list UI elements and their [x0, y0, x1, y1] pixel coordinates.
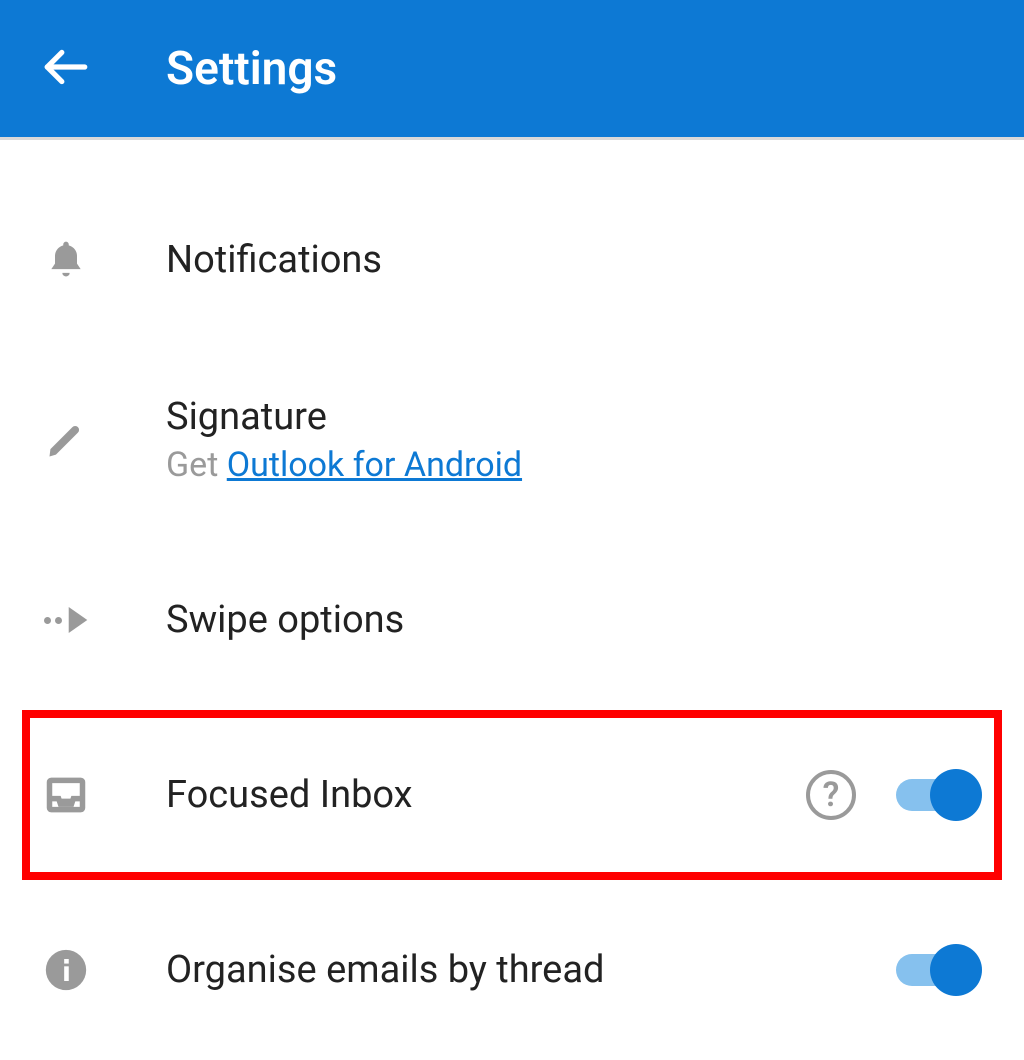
settings-item-focused-inbox[interactable]: Focused Inbox ? [0, 710, 1024, 880]
thread-toggle[interactable] [896, 954, 976, 986]
focused-inbox-label: Focused Inbox [166, 773, 806, 817]
arrow-left-icon [41, 42, 91, 96]
swipe-icon [36, 590, 96, 650]
inbox-icon [36, 765, 96, 825]
app-header: Settings [0, 0, 1024, 140]
settings-item-swipe[interactable]: Swipe options [0, 530, 1024, 710]
settings-item-thread[interactable]: Organise emails by thread [0, 880, 1024, 1060]
outlook-android-link[interactable]: Outlook for Android [227, 445, 522, 485]
question-mark-icon: ? [823, 775, 840, 815]
settings-item-notifications[interactable]: Notifications [0, 170, 1024, 350]
back-button[interactable] [36, 39, 96, 99]
notifications-label: Notifications [166, 238, 988, 282]
signature-subtext: Get Outlook for Android [166, 445, 988, 485]
signature-label: Signature [166, 395, 988, 439]
thread-label: Organise emails by thread [166, 948, 896, 992]
pen-icon [36, 410, 96, 470]
swipe-label: Swipe options [166, 598, 988, 642]
help-icon[interactable]: ? [806, 770, 856, 820]
focused-inbox-toggle[interactable] [896, 779, 976, 811]
info-icon [36, 940, 96, 1000]
signature-sub-prefix: Get [166, 445, 227, 485]
toggle-knob [930, 769, 982, 821]
settings-list: Notifications Signature Get Outlook for … [0, 140, 1024, 1060]
page-title: Settings [166, 42, 337, 96]
settings-item-signature[interactable]: Signature Get Outlook for Android [0, 350, 1024, 530]
bell-icon [36, 230, 96, 290]
toggle-knob [930, 944, 982, 996]
